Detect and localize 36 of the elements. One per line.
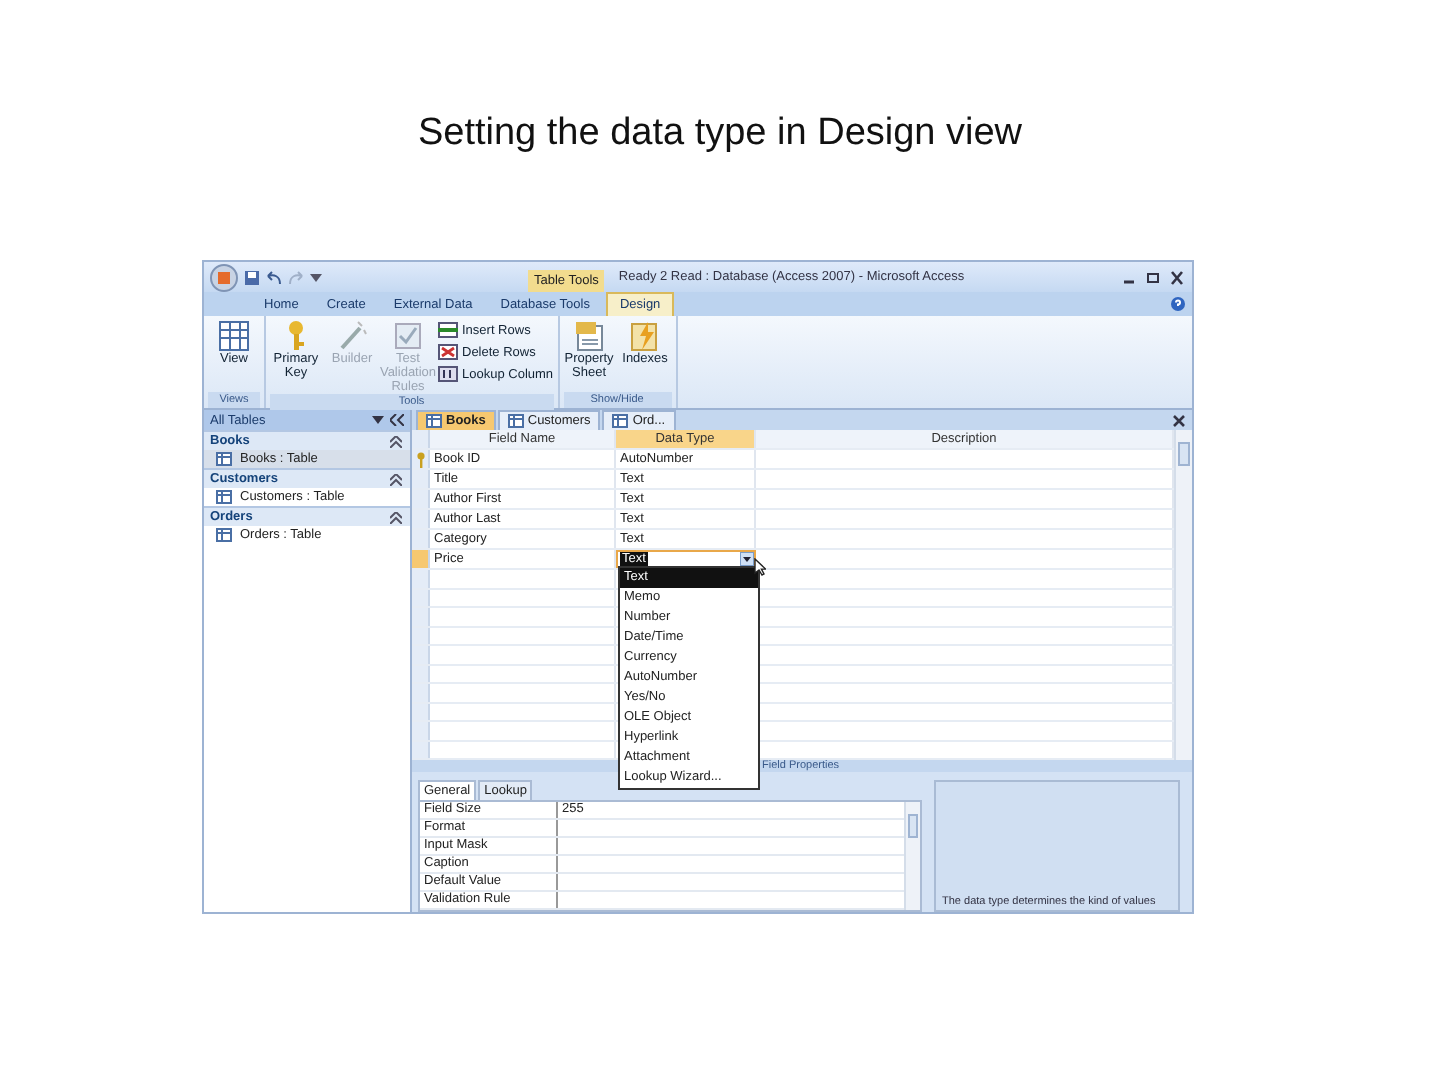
collapse-chevron-icon[interactable] <box>390 435 402 447</box>
lookup-column-icon <box>438 366 458 382</box>
dropdown-arrow-icon[interactable] <box>372 414 384 426</box>
table-icon <box>426 414 442 428</box>
delete-rows-icon <box>438 344 458 360</box>
close-icon[interactable] <box>1168 269 1186 285</box>
scrollbar[interactable] <box>1174 430 1192 760</box>
dropdown-arrow-icon[interactable] <box>310 271 322 283</box>
table-icon <box>216 490 232 504</box>
row-selector[interactable] <box>412 430 430 448</box>
restore-icon[interactable] <box>1144 269 1162 285</box>
table-icon <box>216 452 232 466</box>
table-icon <box>218 320 250 352</box>
office-button-icon[interactable] <box>210 263 238 291</box>
close-icon[interactable] <box>1172 413 1186 427</box>
table-icon <box>216 528 232 542</box>
save-icon[interactable] <box>244 269 260 285</box>
wand-icon <box>336 320 368 352</box>
lightning-icon <box>629 320 662 352</box>
table-icon <box>612 414 629 428</box>
scrollbar[interactable] <box>904 802 920 910</box>
collapse-chevron-icon[interactable] <box>390 511 402 523</box>
table-icon <box>507 414 524 428</box>
row-selector[interactable] <box>412 450 430 468</box>
dropdown-arrow-icon[interactable] <box>740 552 754 566</box>
collapse-chevron-icon[interactable] <box>390 473 402 485</box>
check-icon <box>392 320 424 352</box>
redo-icon[interactable] <box>288 269 304 285</box>
insert-rows-icon <box>438 322 458 338</box>
help-icon[interactable] <box>1170 296 1186 312</box>
row-selector[interactable] <box>412 550 430 568</box>
collapse-icon[interactable] <box>390 414 404 426</box>
property-sheet-icon <box>573 320 606 352</box>
row-selector[interactable] <box>412 530 430 548</box>
slide-title: Setting the data type in Design view <box>417 112 1023 156</box>
undo-icon[interactable] <box>266 269 282 285</box>
